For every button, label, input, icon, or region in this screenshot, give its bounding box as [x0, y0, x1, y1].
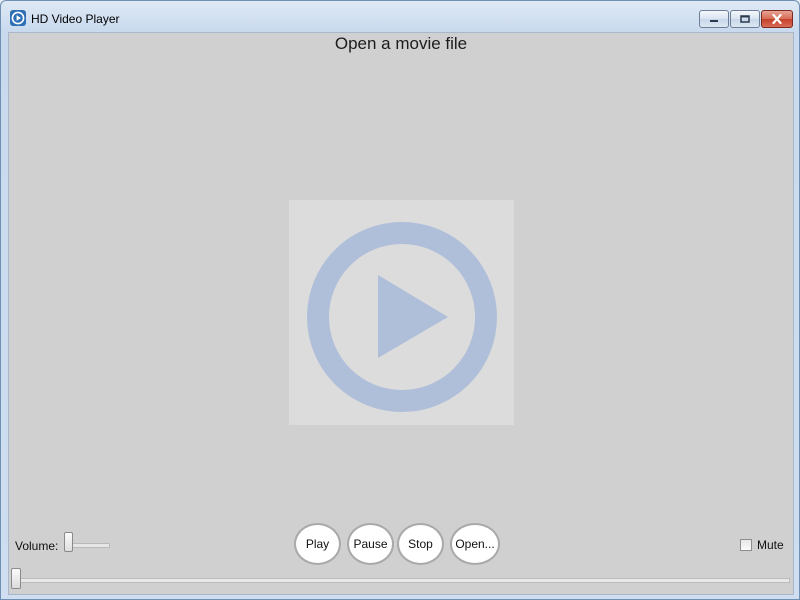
window-title: HD Video Player — [31, 12, 120, 26]
minimize-icon — [710, 20, 718, 22]
seek-slider-track[interactable] — [17, 578, 790, 583]
stop-button[interactable]: Stop — [397, 523, 444, 565]
pause-button[interactable]: Pause — [347, 523, 394, 565]
play-circle-icon — [10, 10, 26, 26]
play-button[interactable]: Play — [294, 523, 341, 565]
close-button[interactable] — [761, 10, 793, 28]
player-area: Open a movie file Volume: Play Pause Sto… — [8, 32, 794, 595]
maximize-button[interactable] — [730, 10, 760, 28]
volume-slider-thumb[interactable] — [64, 532, 73, 552]
minimize-button[interactable] — [699, 10, 729, 28]
mute-checkbox[interactable] — [740, 539, 752, 551]
close-icon — [772, 14, 782, 24]
caption-buttons — [699, 10, 793, 28]
app-window: HD Video Player Open a movie file Volume… — [0, 0, 800, 600]
play-logo[interactable] — [289, 200, 514, 425]
file-title: Open a movie file — [334, 34, 468, 53]
mute-label: Mute — [757, 538, 784, 552]
volume-label: Volume: — [15, 539, 59, 553]
title-bar[interactable]: HD Video Player — [1, 1, 799, 33]
open-button[interactable]: Open... — [450, 523, 500, 565]
maximize-icon — [740, 15, 750, 23]
seek-slider-thumb[interactable] — [11, 568, 21, 589]
volume-slider-track[interactable] — [67, 543, 110, 548]
play-circle-icon — [307, 222, 497, 412]
